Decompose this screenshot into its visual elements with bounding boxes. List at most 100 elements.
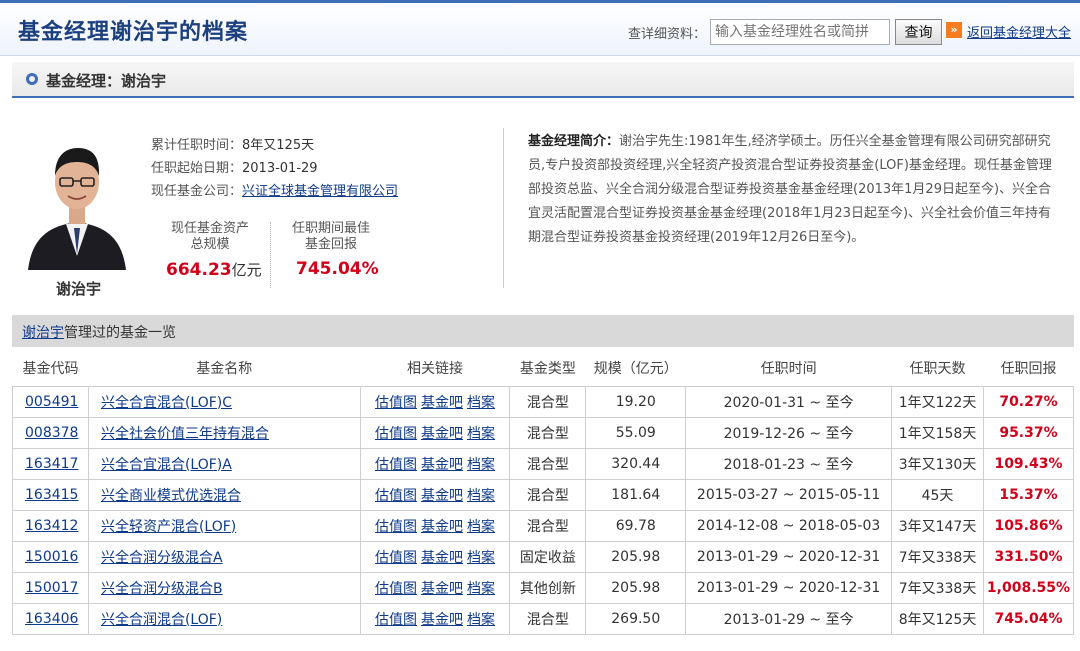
back-to-managers-link[interactable]: 返回基金经理大全 xyxy=(967,22,1071,41)
table-row: 163406 兴全合润混合(LOF) 估值图 基金吧 档案 混合型 269.50 2013-0… xyxy=(12,602,1075,635)
profile-divider xyxy=(503,128,504,288)
fund-type-cell: 混合型 xyxy=(509,478,587,511)
tenure-days-cell: 7年又338天 xyxy=(891,571,984,604)
fund-size-cell: 181.64 xyxy=(585,478,687,511)
fund-size-cell: 269.50 xyxy=(585,602,687,635)
top-header: 基金经理谢治宇的档案 查详细资料： 查询 » 返回基金经理大全 xyxy=(0,0,1080,56)
fund-code-link[interactable]: 005491 xyxy=(25,394,78,410)
tenure-period-cell: 2014-12-08 ~ 2018-05-03 xyxy=(685,509,893,542)
tenure-return-cell: 95.37% xyxy=(982,416,1075,449)
fund-code-cell: 005491 xyxy=(12,385,89,418)
fund-name-cell: 兴全合润分级混合A xyxy=(87,540,361,573)
fund-profile-link[interactable]: 档案 xyxy=(467,457,495,473)
fund-code-cell: 163406 xyxy=(12,602,89,635)
fund-size-cell: 19.20 xyxy=(585,385,687,418)
fund-forum-link[interactable]: 基金吧 xyxy=(421,612,463,628)
fund-name-cell: 兴全轻资产混合(LOF) xyxy=(87,509,361,542)
fund-list-title: 谢治宇管理过的基金一览 xyxy=(22,322,176,342)
table-row: 008378 兴全社会价值三年持有混合 估值图 基金吧 档案 混合型 55.09 2019-1… xyxy=(12,416,1075,449)
col-header: 任职回报 xyxy=(983,351,1074,387)
circle-bullet-icon xyxy=(26,73,38,85)
fund-code-link[interactable]: 163406 xyxy=(25,611,78,627)
col-header: 基金类型 xyxy=(509,351,586,387)
fund-name-link[interactable]: 兴全轻资产混合(LOF) xyxy=(101,519,236,535)
fund-forum-link[interactable]: 基金吧 xyxy=(421,395,463,411)
fund-name-link[interactable]: 兴全合宜混合(LOF)C xyxy=(101,395,232,411)
fund-list-header: 谢治宇管理过的基金一览 xyxy=(12,315,1074,347)
fund-name-link[interactable]: 兴全商业模式优选混合 xyxy=(101,488,241,504)
valuation-chart-link[interactable]: 估值图 xyxy=(375,426,417,442)
fund-profile-link[interactable]: 档案 xyxy=(467,488,495,504)
fund-forum-link[interactable]: 基金吧 xyxy=(421,550,463,566)
fund-profile-link[interactable]: 档案 xyxy=(467,612,495,628)
fund-code-link[interactable]: 150017 xyxy=(25,580,78,596)
fund-profile-link[interactable]: 档案 xyxy=(467,581,495,597)
valuation-chart-link[interactable]: 估值图 xyxy=(375,550,417,566)
valuation-chart-link[interactable]: 估值图 xyxy=(375,395,417,411)
fund-forum-link[interactable]: 基金吧 xyxy=(421,519,463,535)
table-row: 150017 兴全合润分级混合B 估值图 基金吧 档案 其他创新 205.98 2013-01… xyxy=(12,571,1075,604)
manager-name-link[interactable]: 谢治宇 xyxy=(22,325,64,341)
tenure-period-cell: 2020-01-31 ~ 至今 xyxy=(685,385,893,418)
valuation-chart-link[interactable]: 估值图 xyxy=(375,488,417,504)
fund-forum-link[interactable]: 基金吧 xyxy=(421,457,463,473)
double-chevron-right-icon: » xyxy=(946,22,962,38)
valuation-chart-link[interactable]: 估值图 xyxy=(375,581,417,597)
fund-name-link[interactable]: 兴全合宜混合(LOF)A xyxy=(101,457,232,473)
fund-links-cell: 估值图 基金吧 档案 xyxy=(359,385,511,418)
valuation-chart-link[interactable]: 估值图 xyxy=(375,457,417,473)
fund-profile-link[interactable]: 档案 xyxy=(467,426,495,442)
start-date-value: 2013-01-29 xyxy=(242,161,318,176)
start-date-info: 任职起始日期：2013-01-29 xyxy=(151,157,318,176)
fund-name-link[interactable]: 兴全合润分级混合A xyxy=(101,550,223,566)
search-button[interactable]: 查询 xyxy=(895,19,942,45)
tenure-return-cell: 109.43% xyxy=(982,447,1075,480)
fund-name-cell: 兴全商业模式优选混合 xyxy=(87,478,361,511)
fund-forum-link[interactable]: 基金吧 xyxy=(421,426,463,442)
fund-forum-link[interactable]: 基金吧 xyxy=(421,581,463,597)
search-input[interactable] xyxy=(710,19,890,45)
table-row: 163415 兴全商业模式优选混合 估值图 基金吧 档案 混合型 181.64 2015-03… xyxy=(12,478,1075,511)
tenure-return-cell: 331.50% xyxy=(982,540,1075,573)
fund-profile-link[interactable]: 档案 xyxy=(467,519,495,535)
fund-name-cell: 兴全合润混合(LOF) xyxy=(87,602,361,635)
fund-list-title-text: 管理过的基金一览 xyxy=(64,325,176,341)
fund-forum-link[interactable]: 基金吧 xyxy=(421,488,463,504)
fund-name-cell: 兴全社会价值三年持有混合 xyxy=(87,416,361,449)
fund-type-cell: 混合型 xyxy=(509,447,587,480)
table-header-row: 基金代码 基金名称 相关链接 基金类型 规模（亿元） 任职时间 任职天数 任职回… xyxy=(12,351,1074,387)
tenure-days-cell: 3年又147天 xyxy=(891,509,984,542)
tenure-return-cell: 105.86% xyxy=(982,509,1075,542)
best-return-label: 任职期间最佳 基金回报 xyxy=(288,221,374,253)
fund-code-cell: 163417 xyxy=(12,447,89,480)
bio-text: 谢治宇先生:1981年生,经济学硕士。历任兴全基金管理有限公司研究部研究员,专户… xyxy=(528,134,1052,245)
fund-code-link[interactable]: 008378 xyxy=(25,425,78,441)
page-title: 基金经理谢治宇的档案 xyxy=(18,20,249,45)
fund-links-cell: 估值图 基金吧 档案 xyxy=(359,602,511,635)
tenure-days-cell: 3年又130天 xyxy=(891,447,984,480)
tenure-days-cell: 45天 xyxy=(891,478,984,511)
fund-code-link[interactable]: 163415 xyxy=(25,487,78,503)
fund-type-cell: 其他创新 xyxy=(509,571,587,604)
company-link[interactable]: 兴证全球基金管理有限公司 xyxy=(242,184,398,199)
section-header: 基金经理：谢治宇 xyxy=(12,62,1074,98)
fund-name-cell: 兴全合宜混合(LOF)C xyxy=(87,385,361,418)
fund-type-cell: 混合型 xyxy=(509,602,587,635)
fund-code-link[interactable]: 150016 xyxy=(25,549,78,565)
tenure-info: 累计任职时间：8年又125天 xyxy=(151,134,314,153)
tenure-label: 累计任职时间： xyxy=(151,138,243,153)
col-header: 任职天数 xyxy=(891,351,984,387)
valuation-chart-link[interactable]: 估值图 xyxy=(375,519,417,535)
fund-profile-link[interactable]: 档案 xyxy=(467,550,495,566)
tenure-period-cell: 2013-01-29 ~ 2020-12-31 xyxy=(685,571,893,604)
fund-name-link[interactable]: 兴全合润混合(LOF) xyxy=(101,612,222,628)
fund-name-link[interactable]: 兴全合润分级混合B xyxy=(101,581,223,597)
fund-code-cell: 150016 xyxy=(12,540,89,573)
fund-links-cell: 估值图 基金吧 档案 xyxy=(359,571,511,604)
fund-name-link[interactable]: 兴全社会价值三年持有混合 xyxy=(101,426,269,442)
fund-code-link[interactable]: 163412 xyxy=(25,518,78,534)
fund-profile-link[interactable]: 档案 xyxy=(467,395,495,411)
valuation-chart-link[interactable]: 估值图 xyxy=(375,612,417,628)
fund-code-link[interactable]: 163417 xyxy=(25,456,78,472)
company-info: 现任基金公司：兴证全球基金管理有限公司 xyxy=(151,180,398,199)
